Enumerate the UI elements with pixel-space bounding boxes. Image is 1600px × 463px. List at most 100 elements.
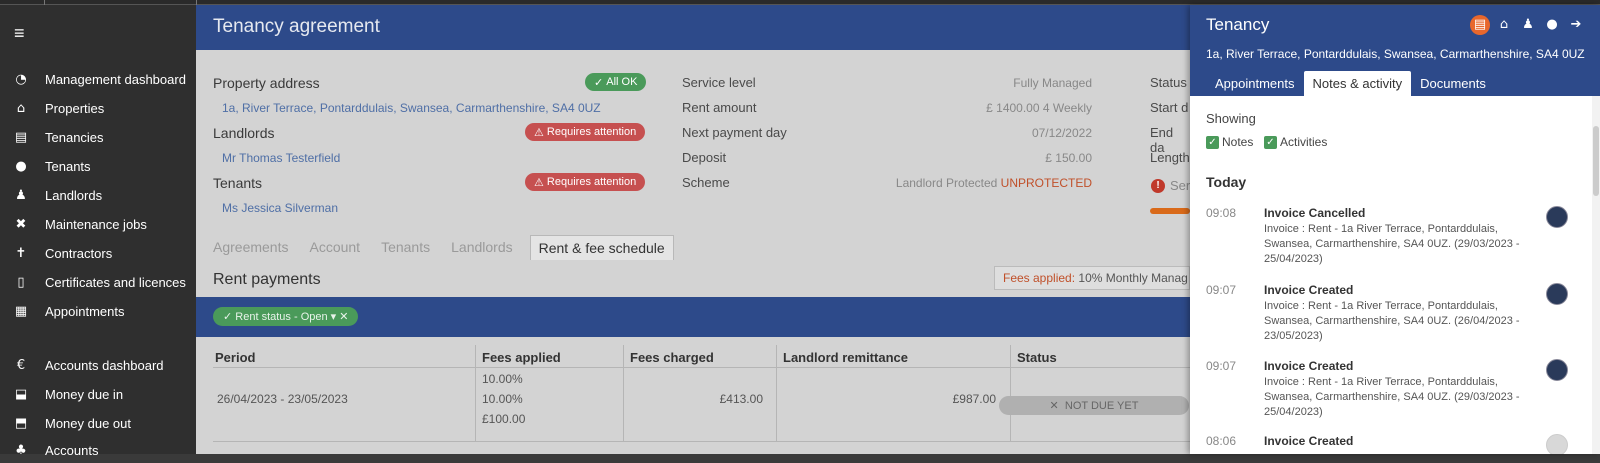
scheme-status: UNPROTECTED — [1000, 176, 1092, 190]
outbox-icon: ⬒ — [14, 415, 28, 431]
main-header: Tenancy agreement — [196, 5, 1190, 50]
activity-title: Invoice Created — [1264, 434, 1354, 448]
tab-documents[interactable]: Documents — [1411, 71, 1495, 96]
length-label: Length — [1150, 150, 1190, 165]
filter-bar: ✓ Rent status - Open ▾ ✕ — [196, 297, 1190, 337]
hamburger-icon[interactable]: ≡ — [14, 23, 25, 44]
fees-applied-box: Fees applied: 10% Monthly Manag — [994, 266, 1190, 290]
activity-description: Invoice : Rent - 1a River Terrace, Ponta… — [1264, 223, 1520, 265]
row-fees-charged: £413.00 — [719, 392, 763, 406]
tenant-link[interactable]: Ms Jessica Silverman — [222, 201, 338, 215]
panel-tabs: Appointments Notes & activity Documents — [1206, 71, 1495, 96]
tenancy-icon[interactable]: ▤ — [1470, 15, 1490, 35]
activities-checkbox[interactable]: ✓ Activities — [1264, 135, 1327, 149]
avatar — [1546, 359, 1568, 381]
contractor-icon: ✝ — [15, 245, 27, 261]
sidebar-item-certificates[interactable]: ▯ Certificates and licences — [0, 269, 196, 295]
col-fees-applied: Fees applied — [482, 350, 561, 365]
landlords-label: Landlords — [213, 125, 275, 141]
landlord-icon[interactable]: ♟ — [1518, 15, 1538, 35]
tenancy-panel: Tenancy ▤ ⌂ ♟ ● ➔ 1a, River Terrace, Pon… — [1190, 5, 1600, 454]
home-icon[interactable]: ⌂ — [1494, 15, 1514, 35]
activity-title: Invoice Created — [1264, 283, 1354, 297]
status-badge: ✕ NOT DUE YET — [999, 396, 1189, 415]
sidebar-item-landlords[interactable]: ♟ Landlords — [0, 182, 196, 208]
tab-account[interactable]: Account — [309, 235, 369, 260]
sidebar-item-money-due-out[interactable]: ⬒ Money due out — [0, 410, 196, 436]
scheme-type: Landlord Protected — [895, 176, 998, 190]
property-address-link[interactable]: 1a, River Terrace, Pontarddulais, Swanse… — [222, 101, 601, 115]
row-fee-2: 10.00% — [482, 392, 523, 406]
tab-rent-fee-schedule[interactable]: Rent & fee schedule — [529, 235, 674, 260]
rent-status-filter-chip[interactable]: ✓ Rent status - Open ▾ ✕ — [213, 307, 359, 326]
panel-address: 1a, River Terrace, Pontarddulais, Swanse… — [1206, 47, 1585, 61]
people-icon: ♣ — [15, 442, 27, 458]
tenants-status-badge: ⚠ Requires attention — [525, 173, 646, 191]
sidebar-item-tenants[interactable]: ● Tenants — [0, 153, 196, 179]
inbox-icon: ⬓ — [14, 386, 28, 402]
tab-notes-activity[interactable]: Notes & activity — [1303, 71, 1412, 96]
sidebar-item-label: Accounts dashboard — [45, 357, 164, 373]
currency-icon: € — [16, 357, 26, 373]
document-icon: ▯ — [17, 274, 25, 290]
row-fee-3: £100.00 — [482, 412, 526, 426]
sidebar-item-maintenance-jobs[interactable]: ✖ Maintenance jobs — [0, 211, 196, 237]
next-payment-value: 07/12/2022 — [1031, 126, 1092, 140]
tools-icon: ✖ — [15, 216, 27, 232]
landlord-link[interactable]: Mr Thomas Testerfield — [222, 151, 340, 165]
service-level-label: Service level — [682, 75, 756, 90]
badge-text: Requires attention — [546, 126, 637, 138]
sidebar-item-tenancies[interactable]: ▤ Tenancies — [0, 124, 196, 150]
panel-header-icons: ▤ ⌂ ♟ ● ➔ — [1470, 15, 1590, 35]
sidebar-item-properties[interactable]: ⌂ Properties — [0, 95, 196, 121]
arrow-right-icon[interactable]: ➔ — [1566, 15, 1586, 35]
landlords-status-badge: ⚠ Requires attention — [525, 123, 646, 141]
person-icon: ● — [15, 158, 27, 174]
activity-time: 09:07 — [1206, 359, 1237, 373]
landlord-icon: ♟ — [15, 187, 27, 203]
sidebar: ≡ ◔ Management dashboard ⌂ Properties ▤ Ten… — [0, 5, 196, 458]
day-heading: Today — [1206, 174, 1247, 190]
activity-title: Invoice Created — [1264, 359, 1354, 373]
table-header: Period Fees applied Fees charged Landlor… — [213, 345, 1190, 368]
chip-close-icon[interactable]: ✕ — [339, 311, 348, 323]
tab-agreements[interactable]: Agreements — [213, 235, 297, 260]
tab-tenants[interactable]: Tenants — [381, 235, 439, 260]
sidebar-item-management-dashboard[interactable]: ◔ Management dashboard — [0, 66, 196, 92]
activity-time: 09:07 — [1206, 283, 1237, 297]
panel-scrollbar[interactable] — [1592, 96, 1600, 454]
calendar-icon: ▦ — [14, 303, 28, 319]
scrollbar-thumb[interactable] — [1593, 126, 1599, 196]
agreement-tabs: Agreements Account Tenants Landlords Ren… — [213, 235, 686, 260]
sidebar-item-appointments[interactable]: ▦ Appointments — [0, 298, 196, 324]
property-status-badge: ✓ All OK — [585, 73, 647, 91]
row-fee-1: 10.00% — [482, 372, 523, 386]
section-title: Rent payments — [213, 271, 321, 288]
sidebar-item-contractors[interactable]: ✝ Contractors — [0, 240, 196, 266]
checkbox-label: Notes — [1222, 135, 1254, 149]
row-period: 26/04/2023 - 23/05/2023 — [217, 392, 348, 406]
notes-checkbox[interactable]: ✓ Notes — [1206, 135, 1253, 149]
tenancies-icon: ▤ — [14, 129, 28, 145]
panel-title: Tenancy — [1206, 15, 1270, 34]
activity-time: 08:06 — [1206, 434, 1237, 448]
service-label: Ser — [1170, 178, 1190, 193]
sidebar-item-accounts-dashboard[interactable]: € Accounts dashboard — [0, 352, 196, 378]
activity-description: Invoice : Rent - 1a River Terrace, Ponta… — [1264, 376, 1520, 418]
sidebar-item-accounts[interactable]: ♣ Accounts — [0, 437, 196, 463]
sidebar-item-label: Appointments — [45, 303, 125, 319]
home-icon: ⌂ — [16, 100, 26, 116]
checkbox-label: Activities — [1280, 135, 1328, 149]
col-fees-charged: Fees charged — [630, 350, 714, 365]
scheme-label: Scheme — [682, 175, 730, 190]
sidebar-item-money-due-in[interactable]: ⬓ Money due in — [0, 381, 196, 407]
start-date-label: Start d — [1150, 100, 1189, 115]
tenants-label: Tenants — [213, 175, 263, 191]
tab-appointments[interactable]: Appointments — [1206, 71, 1304, 96]
property-address-label: Property address — [213, 75, 320, 91]
activity-title: Invoice Cancelled — [1264, 206, 1366, 220]
person-icon[interactable]: ● — [1542, 15, 1562, 35]
checkbox-checked-icon: ✓ — [1264, 135, 1277, 149]
tab-landlords[interactable]: Landlords — [451, 235, 522, 260]
row-divider — [213, 441, 1190, 442]
